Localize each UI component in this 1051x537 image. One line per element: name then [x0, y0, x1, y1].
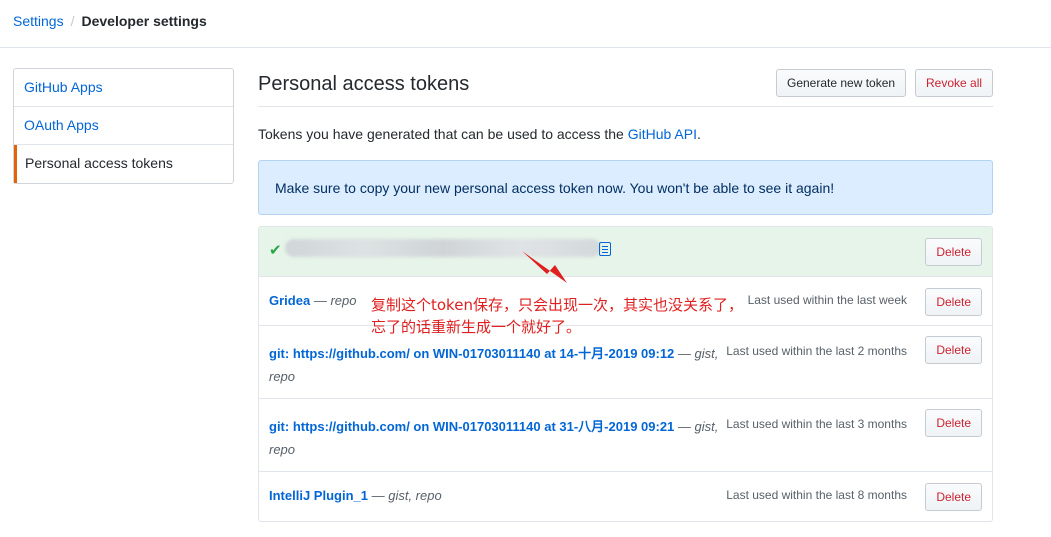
breadcrumb: Settings / Developer settings [0, 0, 1051, 48]
annotation-arrow-icon [522, 251, 567, 283]
clipboard-icon[interactable] [599, 242, 611, 256]
breadcrumb-separator: / [70, 13, 75, 29]
description-text: Tokens you have generated that can be us… [258, 126, 628, 142]
token-last-used: Last used within the last 8 months [726, 488, 907, 502]
annotation-line-1: 复制这个token保存，只会出现一次，其实也没关系了， [371, 296, 743, 314]
sidebar-menu: GitHub Apps OAuth Apps Personal access t… [13, 68, 234, 184]
token-scopes: gist, [694, 346, 719, 361]
token-scopes: gist, repo [388, 488, 442, 503]
github-api-link[interactable]: GitHub API [628, 126, 697, 142]
token-last-used: Last used within the last week [747, 293, 907, 307]
annotation-text: 复制这个token保存，只会出现一次，其实也没关系了， 忘了的话重新生成一个就好… [371, 294, 743, 338]
token-scopes: gist, [694, 419, 719, 434]
token-scopes-continued: repo [269, 442, 296, 457]
token-scopes-continued: repo [269, 369, 296, 384]
annotation-arrow-shape [522, 251, 567, 283]
token-dash: — [371, 488, 385, 503]
delete-button[interactable]: Delete [925, 409, 982, 437]
new-token-row: ✔ Delete [259, 227, 992, 277]
delete-button[interactable]: Delete [925, 238, 982, 266]
token-title: IntelliJ Plugin_1 — gist, repo [269, 488, 442, 503]
generate-new-token-button[interactable]: Generate new token [776, 69, 907, 97]
token-dash: — [677, 346, 691, 361]
token-last-used: Last used within the last 3 months [726, 417, 907, 431]
delete-button[interactable]: Delete [925, 288, 982, 316]
token-name-link[interactable]: IntelliJ Plugin_1 [269, 488, 368, 503]
token-title: git: https://github.com/ on WIN-01703011… [269, 343, 718, 362]
token-last-used: Last used within the last 2 months [726, 344, 907, 358]
tokens-description: Tokens you have generated that can be us… [258, 126, 701, 142]
copy-token-notice: Make sure to copy your new personal acce… [258, 160, 993, 215]
check-icon: ✔ [269, 242, 282, 259]
subhead: Personal access tokens Generate new toke… [258, 68, 994, 107]
sidebar-item-github-apps[interactable]: GitHub Apps [14, 69, 233, 107]
delete-button[interactable]: Delete [925, 336, 982, 364]
revoke-all-button[interactable]: Revoke all [915, 69, 994, 97]
token-list: ✔ Delete Gridea — repo Last used within … [258, 226, 993, 522]
sidebar-item-oauth-apps[interactable]: OAuth Apps [14, 107, 233, 145]
breadcrumb-current: Developer settings [81, 13, 207, 29]
page-title: Personal access tokens [258, 73, 470, 95]
description-suffix: . [696, 126, 701, 142]
token-dash: — [313, 293, 327, 308]
token-title: git: https://github.com/ on WIN-01703011… [269, 416, 718, 435]
token-scopes: repo [330, 293, 357, 308]
token-row: git: https://github.com/ on WIN-01703011… [259, 399, 992, 472]
delete-button[interactable]: Delete [925, 483, 982, 511]
token-dash: — [677, 419, 691, 434]
token-name-link[interactable]: git: https://github.com/ on WIN-01703011… [269, 346, 674, 361]
sidebar-item-personal-access-tokens[interactable]: Personal access tokens [14, 145, 233, 183]
token-name-link[interactable]: Gridea [269, 293, 310, 308]
main-content: Personal access tokens Generate new toke… [258, 68, 994, 522]
token-name-link[interactable]: git: https://github.com/ on WIN-01703011… [269, 419, 674, 434]
annotation-line-2: 忘了的话重新生成一个就好了。 [371, 318, 582, 336]
token-row: IntelliJ Plugin_1 — gist, repo Last used… [259, 472, 992, 521]
token-title: Gridea — repo [269, 293, 356, 308]
breadcrumb-settings-link[interactable]: Settings [13, 13, 64, 29]
